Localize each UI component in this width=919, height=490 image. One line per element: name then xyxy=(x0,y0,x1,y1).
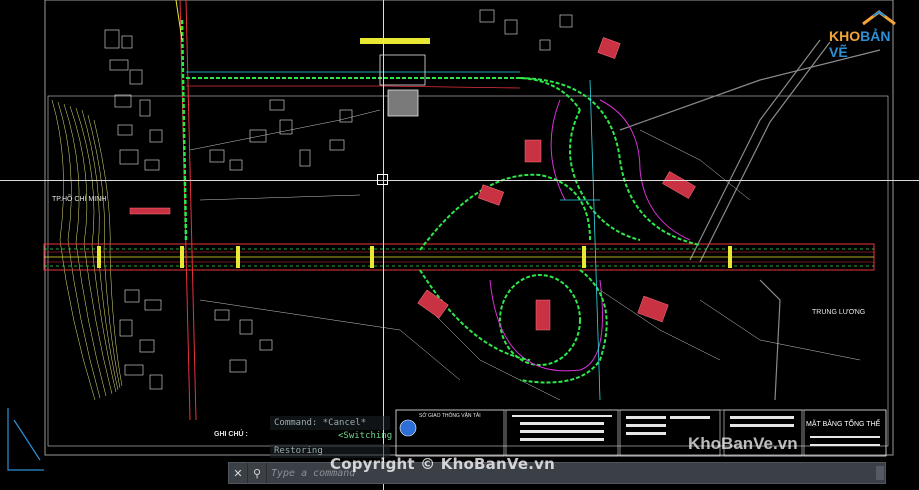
customize-icon[interactable]: ⚲ xyxy=(248,463,267,483)
secondary-roads-right xyxy=(619,39,881,401)
interchange-loops xyxy=(419,77,701,401)
terrain-contours xyxy=(51,99,123,401)
command-hint: <Switching xyxy=(338,431,393,441)
ucs-icon xyxy=(7,408,44,471)
cross-road-vertical xyxy=(175,0,197,421)
command-history-line: Restoring xyxy=(270,444,390,458)
label-org-name: SỞ GIAO THÔNG VẬN TẢI xyxy=(419,413,481,419)
label-title-block: MẶT BẰNG TỔNG THỂ xyxy=(806,421,881,428)
main-highway xyxy=(43,243,875,271)
label-left-city: TP.HỒ CHÍ MINH xyxy=(52,196,107,203)
crosshair-horizontal xyxy=(0,180,919,181)
command-history-line: Command: *Cancel* xyxy=(270,416,390,430)
close-icon[interactable]: ✕ xyxy=(229,463,248,483)
command-line-bar: ✕ ⚲ xyxy=(228,462,886,484)
title-block-text-lines xyxy=(512,415,880,446)
sheet-border xyxy=(47,95,889,447)
command-input[interactable] xyxy=(267,463,885,483)
command-scroll-handle[interactable] xyxy=(876,466,884,480)
viewport-border xyxy=(44,0,894,456)
toll-plaza xyxy=(360,38,430,117)
label-notes-heading: GHI CHÚ : xyxy=(214,431,248,438)
cursor-pickbox xyxy=(377,174,388,185)
label-right-city: TRUNG LƯƠNG xyxy=(812,309,866,316)
red-buildings xyxy=(129,37,696,331)
